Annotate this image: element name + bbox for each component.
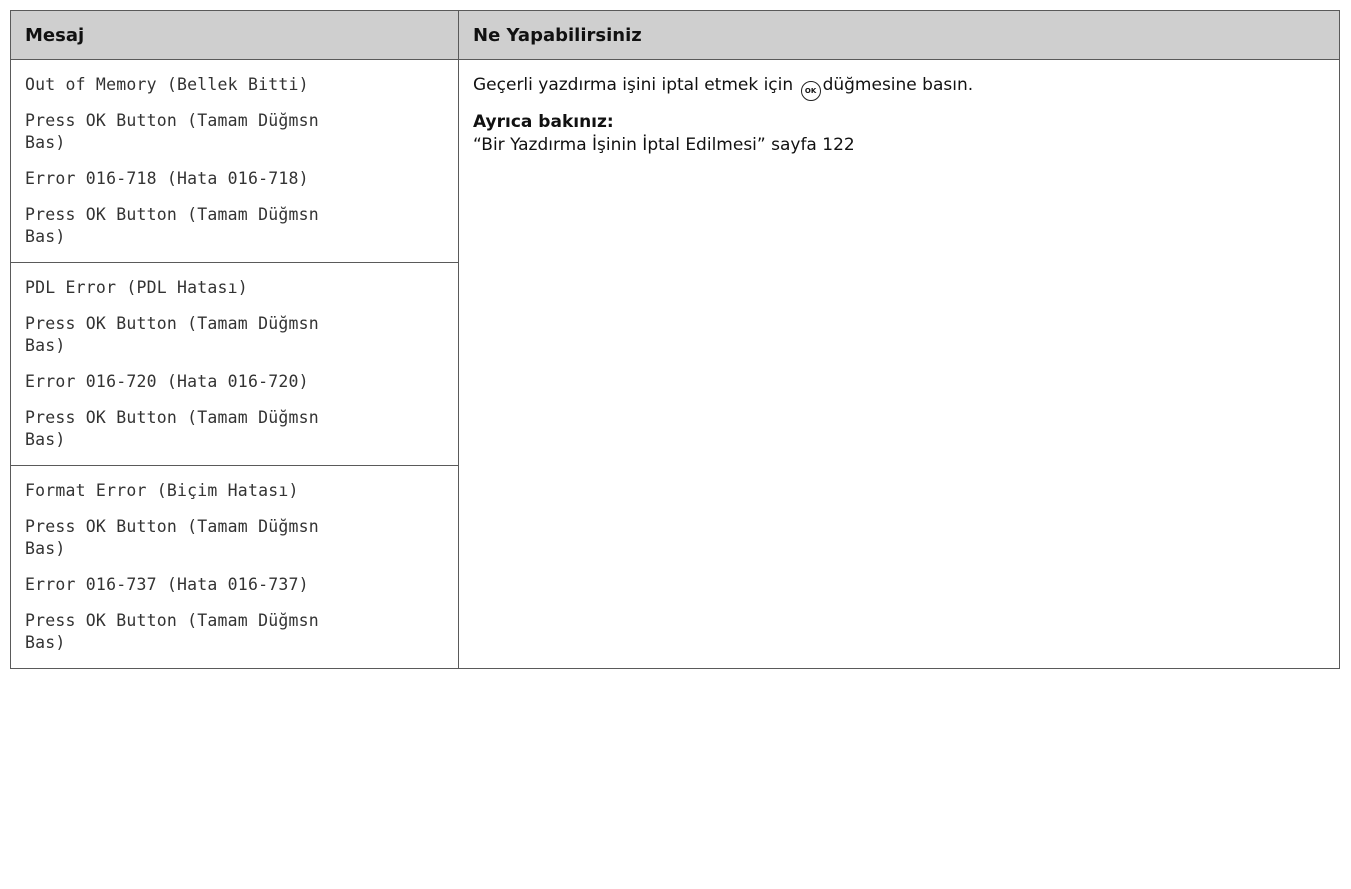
message-line: Press OK Button (Tamam Düğmsn Bas) <box>25 314 319 355</box>
action-cell: Geçerli yazdırma işini iptal etmek için … <box>458 59 1340 669</box>
header-row: Mesaj Ne Yapabilirsiniz <box>10 10 1340 60</box>
message-line: Press OK Button (Tamam Düğmsn Bas) <box>25 111 319 152</box>
message-cell: Out of Memory (Bellek Bitti) Press OK Bu… <box>10 59 459 263</box>
action-text-before: Geçerli yazdırma işini iptal etmek için <box>473 75 794 95</box>
action-instruction: Geçerli yazdırma işini iptal etmek için … <box>473 74 1325 101</box>
message-line: Out of Memory (Bellek Bitti) <box>25 75 309 94</box>
message-cell: PDL Error (PDL Hatası) Press OK Button (… <box>10 262 459 466</box>
message-line: Press OK Button (Tamam Düğmsn Bas) <box>25 517 319 558</box>
see-also-link[interactable]: “Bir Yazdırma İşinin İptal Edilmesi” say… <box>473 134 1325 157</box>
message-line: Format Error (Biçim Hatası) <box>25 481 299 500</box>
message-line: Error 016-737 (Hata 016-737) <box>25 575 309 594</box>
see-also-label: Ayrıca bakınız: <box>473 112 614 132</box>
message-line: PDL Error (PDL Hatası) <box>25 278 248 297</box>
message-line: Press OK Button (Tamam Düğmsn Bas) <box>25 205 319 246</box>
message-cell: Format Error (Biçim Hatası) Press OK But… <box>10 465 459 669</box>
action-text-after: düğmesine basın. <box>822 75 974 95</box>
message-table: Mesaj Ne Yapabilirsiniz Out of Memory (B… <box>10 10 1340 669</box>
header-message: Mesaj <box>10 10 459 60</box>
table-row: Out of Memory (Bellek Bitti) Press OK Bu… <box>10 59 1340 669</box>
header-what-you-can-do: Ne Yapabilirsiniz <box>458 10 1340 60</box>
ok-button-icon: OK <box>800 81 821 101</box>
message-line: Error 016-720 (Hata 016-720) <box>25 372 309 391</box>
message-line: Press OK Button (Tamam Düğmsn Bas) <box>25 611 319 652</box>
message-line: Press OK Button (Tamam Düğmsn Bas) <box>25 408 319 449</box>
message-line: Error 016-718 (Hata 016-718) <box>25 169 309 188</box>
